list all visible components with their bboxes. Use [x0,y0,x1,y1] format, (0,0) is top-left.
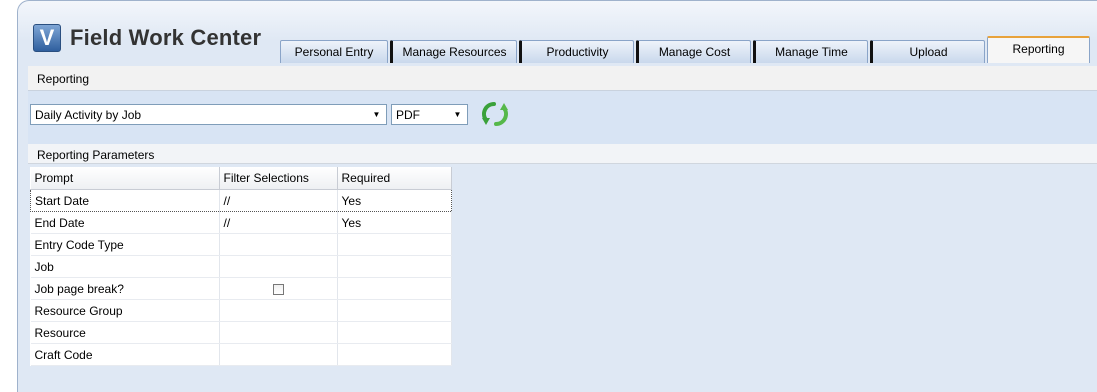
required-cell [337,321,452,344]
required-cell [337,255,452,278]
column-header-prompt[interactable]: Prompt [30,167,220,190]
report-toolbar: Daily Activity by Job ▼ PDF ▼ [28,91,1097,144]
table-row[interactable]: Entry Code Type [30,233,452,256]
chevron-down-icon: ▼ [453,110,462,119]
table-row[interactable]: Resource [30,321,452,344]
job-page-break-checkbox[interactable] [272,283,284,295]
table-row[interactable]: Start Date // Yes [30,189,452,212]
app-title: Field Work Center [70,25,262,50]
refresh-icon[interactable] [481,101,509,127]
filter-cell[interactable] [219,233,338,256]
logo-v-icon: V [33,24,61,52]
column-header-required[interactable]: Required [337,167,452,190]
prompt-cell: Resource [30,321,220,344]
parameters-panel: Prompt Filter Selections Required Start … [28,164,1097,392]
report-select-value: Daily Activity by Job [35,108,142,122]
tab-manage-cost[interactable]: Manage Cost [636,40,751,63]
table-row[interactable]: Job page break? [30,277,452,300]
prompt-cell: Job page break? [30,277,220,300]
required-cell [337,343,452,366]
parameters-grid: Prompt Filter Selections Required Start … [30,167,452,366]
filter-cell[interactable]: // [219,211,338,234]
prompt-cell: Start Date [30,189,220,212]
chevron-down-icon: ▼ [372,110,381,119]
column-header-filter-selections[interactable]: Filter Selections [219,167,338,190]
format-select-value: PDF [396,108,420,122]
tab-personal-entry[interactable]: Personal Entry [280,40,388,63]
table-row[interactable]: End Date // Yes [30,211,452,234]
filter-cell[interactable]: // [219,189,338,212]
tab-productivity[interactable]: Productivity [519,40,634,63]
tab-manage-resources[interactable]: Manage Resources [390,40,517,63]
tab-upload[interactable]: Upload [870,40,985,63]
required-cell [337,299,452,322]
filter-cell[interactable] [219,277,338,300]
grid-header-row: Prompt Filter Selections Required [30,167,452,190]
prompt-cell: Craft Code [30,343,220,366]
main-tabs: Personal Entry Manage Resources Producti… [280,36,1092,64]
section-title: Reporting [37,72,90,86]
filter-cell[interactable] [219,255,338,278]
required-cell: Yes [337,211,452,234]
required-cell [337,277,452,300]
prompt-cell: Entry Code Type [30,233,220,256]
required-cell [337,233,452,256]
format-select[interactable]: PDF ▼ [391,104,468,125]
filter-cell[interactable] [219,299,338,322]
required-cell: Yes [337,189,452,212]
table-row[interactable]: Craft Code [30,343,452,366]
table-row[interactable]: Job [30,255,452,278]
tab-manage-time[interactable]: Manage Time [753,40,868,63]
prompt-cell: Job [30,255,220,278]
report-select[interactable]: Daily Activity by Job ▼ [30,104,387,125]
parameters-header: Reporting Parameters [28,144,1097,164]
prompt-cell: End Date [30,211,220,234]
tab-reporting[interactable]: Reporting [987,36,1090,63]
prompt-cell: Resource Group [30,299,220,322]
filter-cell[interactable] [219,343,338,366]
app-logo: V Field Work Center [33,22,261,54]
table-row[interactable]: Resource Group [30,299,452,322]
filter-cell[interactable] [219,321,338,344]
section-header: Reporting [28,66,1097,91]
parameters-title: Reporting Parameters [37,148,155,162]
